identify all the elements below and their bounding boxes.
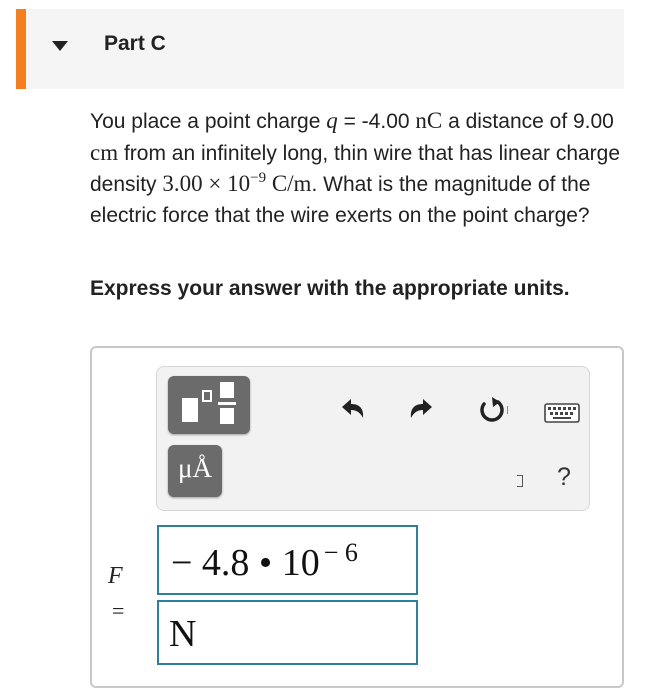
collapse-triangle-icon[interactable] xyxy=(52,41,68,51)
part-accent-bar xyxy=(16,9,26,89)
distance-unit: cm xyxy=(90,139,119,165)
undo-icon[interactable] xyxy=(338,396,366,422)
question-text-3: a distance of 9.00 xyxy=(442,110,614,133)
reset-icon[interactable] xyxy=(476,394,510,426)
answer-value-field[interactable]: − 4.8 • 10− 6 xyxy=(157,525,418,595)
equals-sign: = xyxy=(112,598,125,623)
instruction-text: Express your answer with the appropriate… xyxy=(90,277,570,300)
answer-exponent: − 6 xyxy=(323,538,358,567)
templates-icon[interactable] xyxy=(168,376,250,434)
redo-icon[interactable] xyxy=(408,396,436,422)
units-icon[interactable]: μÅ xyxy=(168,445,222,497)
answer-unit: N xyxy=(169,613,197,655)
help-icon[interactable]: ? xyxy=(557,463,571,492)
charge-symbol: q xyxy=(326,108,338,133)
keyboard-icon[interactable] xyxy=(544,403,580,423)
answer-value: − 4.8 • 10− 6 xyxy=(171,538,358,585)
charge-unit: nC xyxy=(415,108,443,133)
answer-unit-field[interactable]: N xyxy=(157,600,418,665)
question-text-2: = -4.00 xyxy=(337,110,416,133)
charge-density-exponent: −9 xyxy=(250,170,267,186)
answer-variable: F xyxy=(108,563,123,589)
bracket-icon xyxy=(517,475,523,487)
question-text-1: You place a point charge xyxy=(90,110,327,133)
charge-density-value: 3.00 × 10−9 C/m xyxy=(162,170,312,197)
units-button-label: μÅ xyxy=(178,453,212,483)
question-text: You place a point charge q = -4.00 nC a … xyxy=(90,106,635,231)
part-title: Part C xyxy=(104,32,166,55)
